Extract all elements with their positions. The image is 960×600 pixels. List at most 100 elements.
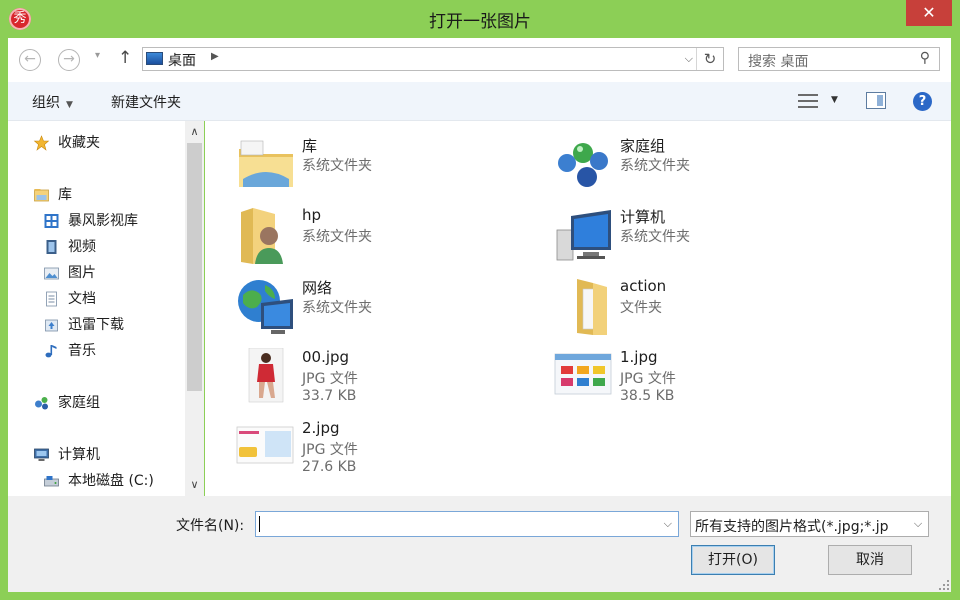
title-bar[interactable]: 秀 打开一张图片 ✕ bbox=[0, 0, 960, 38]
address-path[interactable]: 桌面 bbox=[168, 50, 196, 70]
navigation-scrollbar[interactable]: ∧ ∨ bbox=[185, 121, 204, 496]
pictures-icon bbox=[44, 267, 59, 280]
search-placeholder: 搜索 桌面 bbox=[748, 54, 809, 70]
change-view-icon[interactable] bbox=[798, 93, 818, 109]
forward-button[interactable]: → bbox=[58, 49, 80, 71]
list-item[interactable]: 2.jpg JPG 文件 27.6 KB bbox=[209, 419, 499, 481]
sidebar-item-label: 音乐 bbox=[68, 343, 96, 359]
item-type: JPG 文件 bbox=[302, 371, 358, 387]
filetype-value[interactable]: 所有支持的图片格式(*.jpg;*.jp bbox=[695, 516, 889, 536]
item-name: 00.jpg bbox=[302, 348, 350, 366]
image-thumbnail bbox=[236, 426, 294, 464]
document-icon bbox=[46, 291, 57, 307]
item-type: 系统文件夹 bbox=[302, 158, 372, 174]
filename-label: 文件名(N): bbox=[176, 518, 245, 534]
list-item[interactable]: 库 系统文件夹 bbox=[209, 135, 499, 197]
dialog-footer: 文件名(N): ⌵ 所有支持的图片格式(*.jpg;*.jp ⌵ 打开(O) 取… bbox=[8, 496, 951, 592]
sidebar-item-label: 家庭组 bbox=[58, 395, 100, 411]
preview-pane-icon[interactable] bbox=[866, 92, 886, 109]
computer-icon bbox=[556, 210, 611, 261]
sidebar-item-label: 计算机 bbox=[58, 447, 100, 463]
recent-locations-dropdown[interactable]: ▾ bbox=[95, 50, 100, 61]
scroll-thumb[interactable] bbox=[187, 143, 202, 391]
item-type: 系统文件夹 bbox=[302, 229, 372, 245]
command-bar: 组织 ▼ 新建文件夹 ▼ ? bbox=[8, 82, 951, 121]
open-button[interactable]: 打开(O) bbox=[691, 545, 775, 575]
star-icon bbox=[33, 135, 50, 151]
filetype-select[interactable]: 所有支持的图片格式(*.jpg;*.jp ⌵ bbox=[690, 511, 929, 537]
organize-label: 组织 bbox=[32, 95, 60, 111]
item-name: action bbox=[620, 277, 667, 295]
scroll-down-icon[interactable]: ∨ bbox=[185, 474, 204, 496]
image-thumbnail bbox=[554, 353, 612, 395]
search-input[interactable]: 搜索 桌面 ⚲ bbox=[738, 47, 940, 71]
dialog-title: 打开一张图片 bbox=[429, 12, 531, 32]
list-item[interactable]: 1.jpg JPG 文件 38.5 KB bbox=[527, 348, 817, 410]
up-one-level-button[interactable]: ↑ bbox=[118, 48, 132, 68]
film-icon bbox=[46, 240, 57, 254]
organize-button[interactable]: 组织 ▼ bbox=[32, 92, 73, 112]
item-type: 文件夹 bbox=[620, 300, 662, 316]
item-type: 系统文件夹 bbox=[620, 158, 690, 174]
new-folder-button[interactable]: 新建文件夹 bbox=[111, 92, 181, 112]
sidebar-item-label: 视频 bbox=[68, 239, 96, 255]
navigation-pane: 收藏夹 库 暴风影视库 视频 图片 文档 迅雷下载 音乐 家庭组 计算机 本地磁… bbox=[8, 121, 204, 496]
image-thumbnail bbox=[248, 348, 284, 403]
item-type: 系统文件夹 bbox=[302, 300, 372, 316]
library-icon bbox=[239, 140, 293, 187]
refresh-button[interactable]: ↻ bbox=[696, 48, 723, 70]
sidebar-item-label: 迅雷下载 bbox=[68, 317, 124, 333]
item-name: 1.jpg bbox=[620, 348, 658, 366]
sidebar-item-label: 本地磁盘 (C:) bbox=[68, 473, 154, 489]
item-name: hp bbox=[302, 206, 322, 224]
resize-grip-icon[interactable] bbox=[937, 578, 951, 592]
item-size: 27.6 KB bbox=[302, 459, 357, 475]
music-note-icon bbox=[45, 345, 57, 358]
sidebar-item-label: 收藏夹 bbox=[58, 135, 100, 151]
item-type: 系统文件夹 bbox=[620, 229, 690, 245]
desktop-icon bbox=[146, 52, 163, 65]
sidebar-item-label: 文档 bbox=[68, 291, 96, 307]
item-name: 2.jpg bbox=[302, 419, 340, 437]
library-folder-icon bbox=[34, 189, 49, 202]
open-image-dialog: 秀 打开一张图片 ✕ ← → ▾ ↑ 桌面 ▶ ⌵ ↻ 搜索 桌面 ⚲ 组织 ▼ … bbox=[0, 0, 960, 600]
scroll-up-icon[interactable]: ∧ bbox=[185, 121, 204, 143]
close-button[interactable]: ✕ bbox=[906, 0, 952, 26]
item-size: 33.7 KB bbox=[302, 388, 357, 404]
network-icon bbox=[238, 280, 293, 334]
list-item[interactable]: 00.jpg JPG 文件 33.7 KB bbox=[209, 348, 499, 410]
homegroup-icon bbox=[558, 143, 608, 187]
text-caret bbox=[259, 516, 260, 532]
list-item[interactable]: 计算机 系统文件夹 bbox=[527, 206, 817, 268]
hard-drive-icon bbox=[44, 476, 59, 487]
folder-icon bbox=[577, 279, 607, 335]
list-item[interactable]: action 文件夹 bbox=[527, 277, 817, 339]
file-list: 库 系统文件夹 家庭组 系统文件夹 hp 系统文件夹 计算机 系统文件夹 网络 … bbox=[205, 121, 951, 496]
search-icon[interactable]: ⚲ bbox=[920, 50, 930, 66]
navigation-bar: ← → ▾ ↑ 桌面 ▶ ⌵ ↻ 搜索 桌面 ⚲ bbox=[8, 38, 951, 82]
sidebar-item-label: 图片 bbox=[68, 265, 96, 281]
list-item[interactable]: 网络 系统文件夹 bbox=[209, 277, 499, 339]
list-item[interactable]: hp 系统文件夹 bbox=[209, 206, 499, 268]
download-folder-icon bbox=[45, 319, 58, 332]
help-icon[interactable]: ? bbox=[913, 92, 932, 111]
cancel-button[interactable]: 取消 bbox=[828, 545, 912, 575]
sidebar-item-label: 库 bbox=[58, 187, 72, 203]
view-options-chevron-icon[interactable]: ▼ bbox=[831, 95, 838, 105]
chevron-down-icon: ▼ bbox=[66, 100, 73, 110]
item-name: 计算机 bbox=[620, 208, 666, 226]
address-dropdown-icon[interactable]: ⌵ bbox=[685, 52, 693, 66]
computer-icon bbox=[34, 448, 49, 461]
address-separator-arrow-icon[interactable]: ▶ bbox=[211, 51, 219, 62]
filetype-dropdown-icon[interactable]: ⌵ bbox=[908, 512, 928, 536]
sidebar-item-label: 暴风影视库 bbox=[68, 213, 138, 229]
filename-input[interactable]: ⌵ bbox=[255, 511, 679, 537]
filename-dropdown-icon[interactable]: ⌵ bbox=[664, 517, 672, 531]
video-library-icon bbox=[44, 214, 59, 228]
address-bar[interactable]: 桌面 ▶ ⌵ ↻ bbox=[142, 47, 724, 71]
item-name: 网络 bbox=[302, 279, 333, 297]
back-button[interactable]: ← bbox=[19, 49, 41, 71]
list-item[interactable]: 家庭组 系统文件夹 bbox=[527, 135, 817, 197]
item-type: JPG 文件 bbox=[620, 371, 676, 387]
homegroup-icon bbox=[35, 397, 48, 410]
